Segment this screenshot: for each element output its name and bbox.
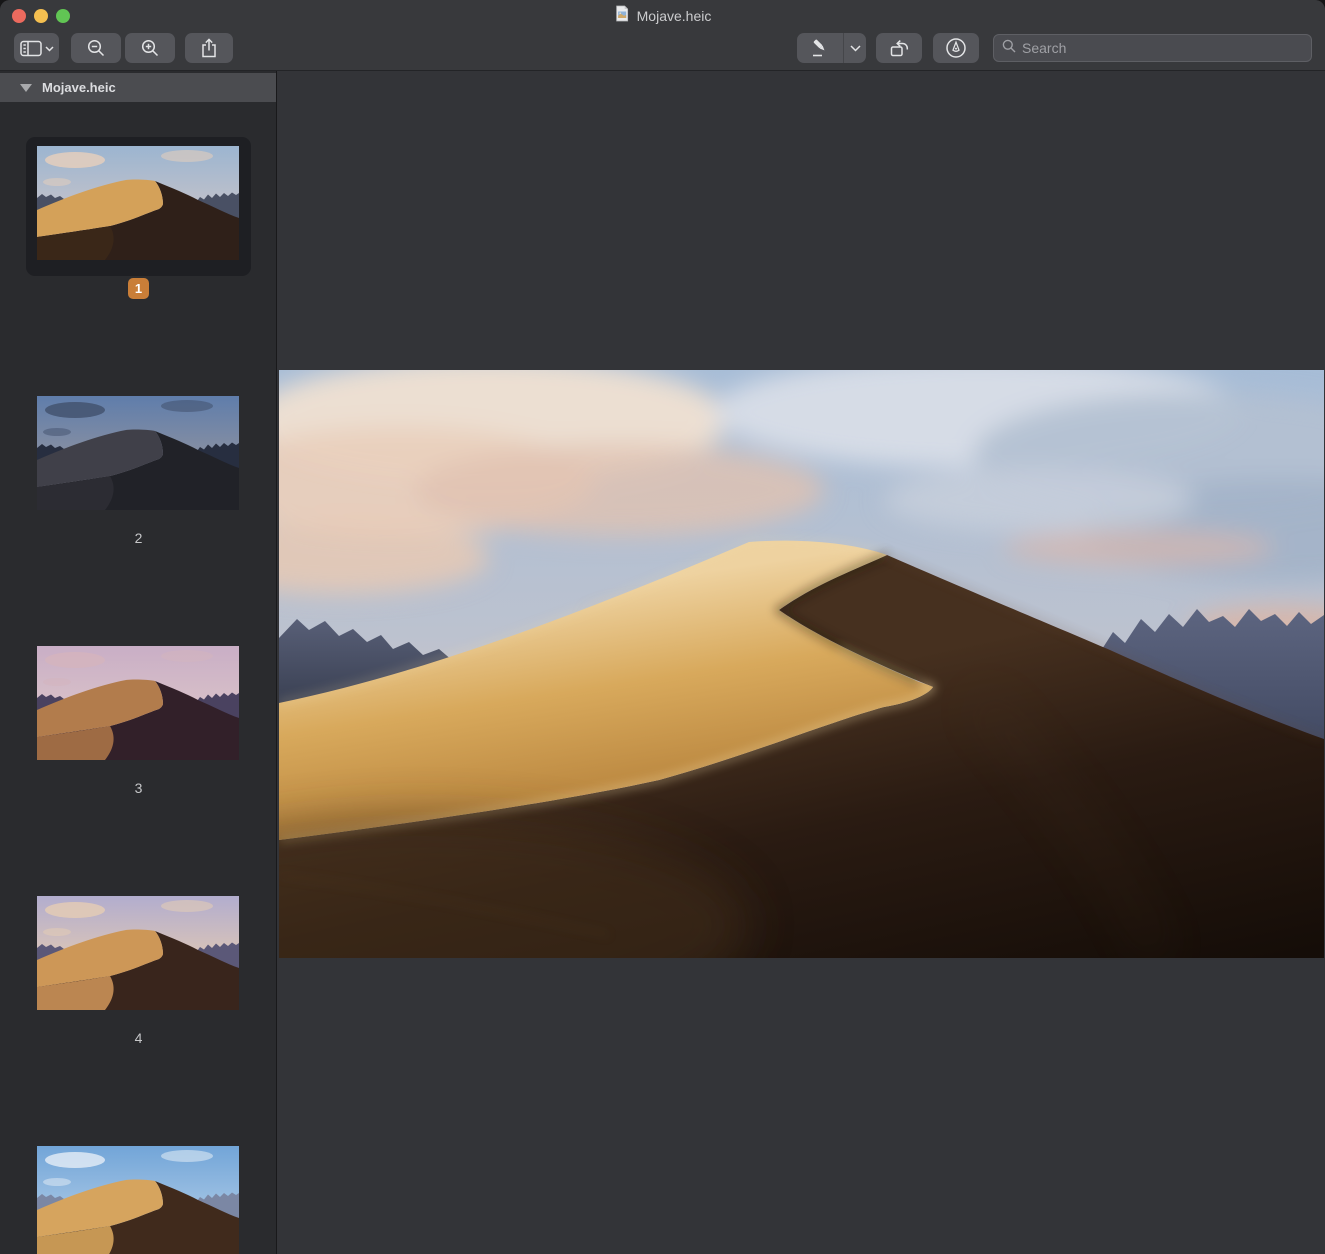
thumbnail-page-1[interactable]: 1 bbox=[0, 104, 277, 354]
rotate-left-button[interactable] bbox=[876, 33, 922, 63]
sidebar-toggle-icon bbox=[20, 40, 54, 57]
markup-pen-icon bbox=[810, 38, 830, 58]
traffic-lights bbox=[12, 9, 70, 23]
rotate-left-icon bbox=[889, 38, 910, 58]
share-icon bbox=[200, 38, 218, 58]
zoom-button[interactable] bbox=[56, 9, 70, 23]
zoom-out-icon bbox=[87, 39, 106, 58]
chevron-down-icon bbox=[850, 45, 861, 52]
zoom-in-icon bbox=[141, 39, 160, 58]
page-number-label: 1 bbox=[0, 280, 277, 296]
markup-toolbar-icon bbox=[945, 37, 967, 59]
thumbnail-image[interactable] bbox=[37, 146, 239, 260]
page-number-label: 2 bbox=[0, 530, 277, 546]
page-number: 3 bbox=[135, 780, 143, 796]
zoom-out-button[interactable] bbox=[71, 33, 121, 63]
main-image bbox=[279, 370, 1324, 958]
markup-pen-button[interactable] bbox=[797, 33, 843, 63]
thumbnail-page-2[interactable]: 2 bbox=[0, 354, 277, 604]
search-icon bbox=[1002, 39, 1016, 58]
sidebar-document-header[interactable]: Mojave.heic bbox=[0, 73, 276, 102]
share-button[interactable] bbox=[185, 33, 233, 63]
page-number: 2 bbox=[135, 530, 143, 546]
titlebar: Mojave.heic bbox=[0, 0, 1325, 71]
search-field[interactable] bbox=[993, 34, 1312, 62]
thumbnail-page-5[interactable]: 5 bbox=[0, 1104, 277, 1254]
window-title: Mojave.heic bbox=[614, 6, 712, 26]
title-text: Mojave.heic bbox=[637, 8, 712, 24]
zoom-in-button[interactable] bbox=[125, 33, 175, 63]
page-number: 4 bbox=[135, 1030, 143, 1046]
page-number-label: 3 bbox=[0, 780, 277, 796]
thumbnail-page-3[interactable]: 3 bbox=[0, 604, 277, 854]
sidebar: Mojave.heic 1 bbox=[0, 71, 277, 1254]
markup-options-button[interactable] bbox=[844, 33, 866, 63]
markup-toolbar-button[interactable] bbox=[933, 33, 979, 63]
sidebar-document-label: Mojave.heic bbox=[42, 80, 116, 95]
page-number: 1 bbox=[128, 278, 149, 299]
disclosure-triangle-icon[interactable] bbox=[20, 84, 32, 92]
thumbnail-image[interactable] bbox=[37, 646, 239, 760]
preview-window: Mojave.heic bbox=[0, 0, 1325, 1254]
minimize-button[interactable] bbox=[34, 9, 48, 23]
page-number-label: 4 bbox=[0, 1030, 277, 1046]
sidebar-toggle-button[interactable] bbox=[14, 33, 59, 63]
close-button[interactable] bbox=[12, 9, 26, 23]
thumbnail-image[interactable] bbox=[37, 1146, 239, 1254]
thumbnail-page-4[interactable]: 4 bbox=[0, 854, 277, 1104]
document-icon bbox=[614, 5, 630, 27]
thumbnail-image[interactable] bbox=[37, 396, 239, 510]
search-input[interactable] bbox=[1022, 40, 1303, 56]
thumbnail-image[interactable] bbox=[37, 896, 239, 1010]
main-content-area bbox=[278, 71, 1325, 1254]
